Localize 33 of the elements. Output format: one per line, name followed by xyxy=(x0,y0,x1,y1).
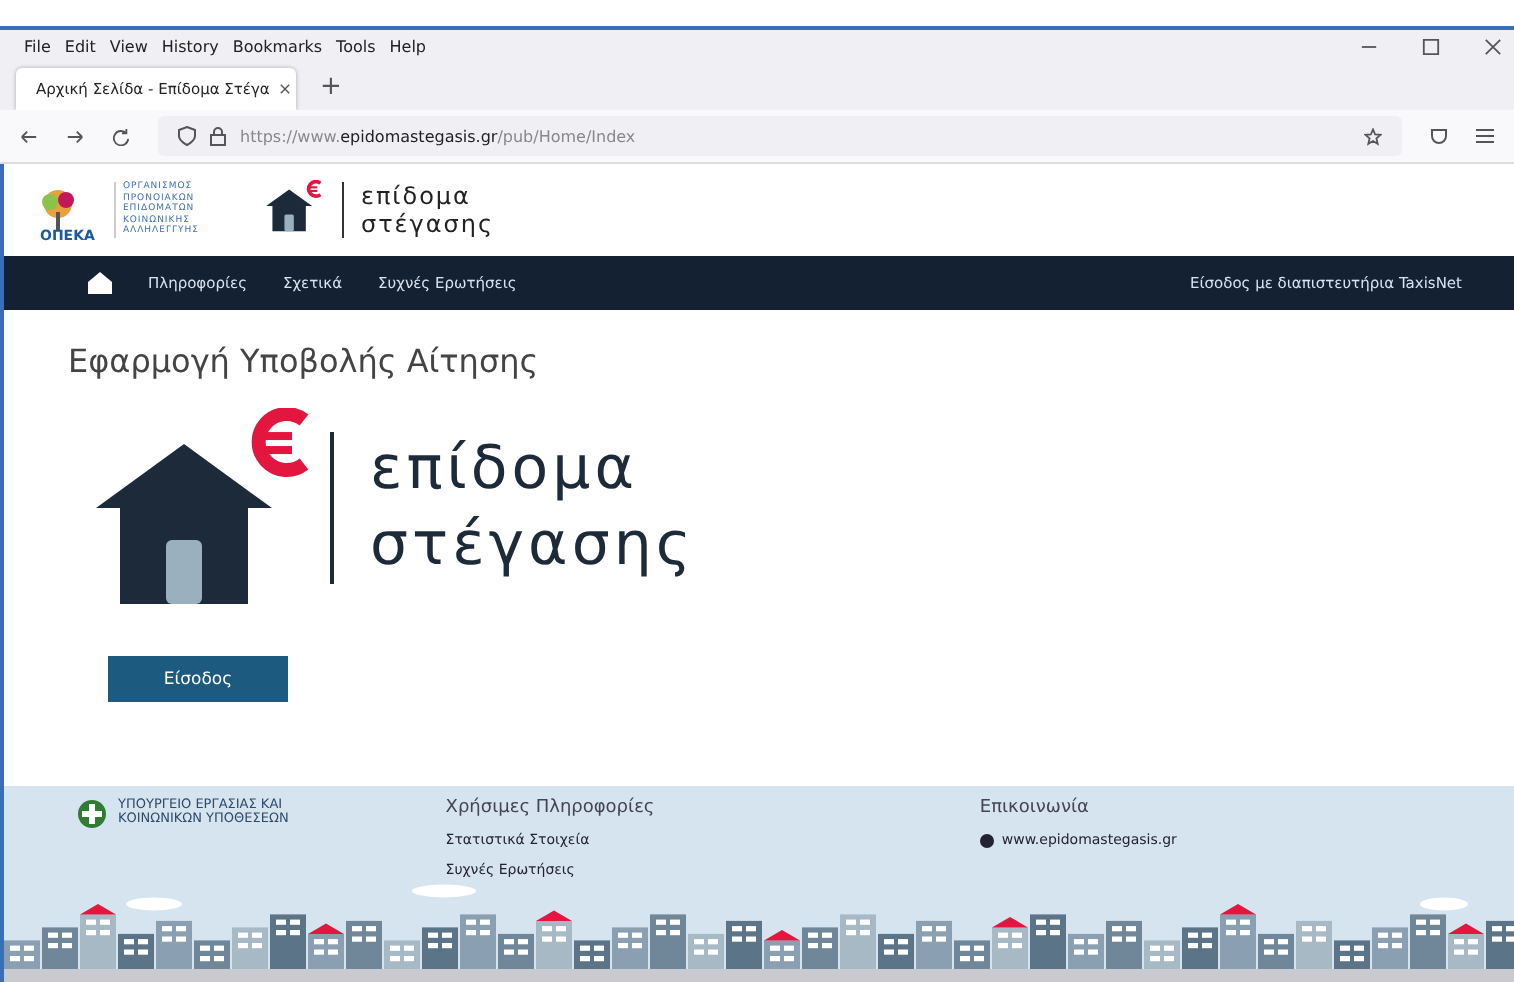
back-icon[interactable] xyxy=(20,127,38,145)
star-icon[interactable] xyxy=(1364,127,1382,145)
tree-logo-icon xyxy=(36,188,80,232)
brand-text: στέγασης xyxy=(360,210,495,238)
menu-item[interactable]: Help xyxy=(389,37,427,55)
url-text: https://www.epidomastegasis.gr/pub/Home/Index xyxy=(240,127,636,145)
menu-item[interactable]: View xyxy=(109,37,148,55)
section-title: Χρήσιμες Πληροφορίες xyxy=(445,798,657,818)
lock-icon xyxy=(210,126,226,146)
close-icon[interactable] xyxy=(1484,37,1502,55)
forward-icon[interactable] xyxy=(66,127,84,145)
brand-text: επίδομα xyxy=(370,432,640,509)
menu-icon[interactable] xyxy=(1476,128,1494,144)
emblem-icon xyxy=(76,798,108,830)
new-tab-button[interactable]: + xyxy=(320,71,342,101)
address-bar[interactable]: https://www.epidomastegasis.gr/pub/Home/Index xyxy=(158,116,1402,156)
reload-icon[interactable] xyxy=(112,127,130,145)
section-title: Επικοινωνία xyxy=(979,798,1091,818)
close-icon[interactable] xyxy=(277,82,292,96)
house-euro-icon xyxy=(262,179,323,233)
shield-icon xyxy=(178,126,196,146)
menu-item[interactable]: Tools xyxy=(336,37,376,55)
home-icon[interactable] xyxy=(88,272,112,294)
page-title: Εφαρμογή Υποβολής Αίτησης xyxy=(68,342,541,380)
menu-item[interactable]: History xyxy=(161,37,219,55)
maximize-icon[interactable] xyxy=(1422,37,1440,55)
brand-text: επίδομα xyxy=(360,182,473,210)
menu-item[interactable]: Bookmarks xyxy=(232,37,323,55)
menu-item[interactable]: Edit xyxy=(64,37,96,55)
pocket-icon[interactable] xyxy=(1430,127,1448,145)
menu-item[interactable]: File xyxy=(24,37,51,55)
login-button[interactable]: Είσοδος xyxy=(108,656,288,703)
brand-text: στέγασης xyxy=(370,508,695,585)
